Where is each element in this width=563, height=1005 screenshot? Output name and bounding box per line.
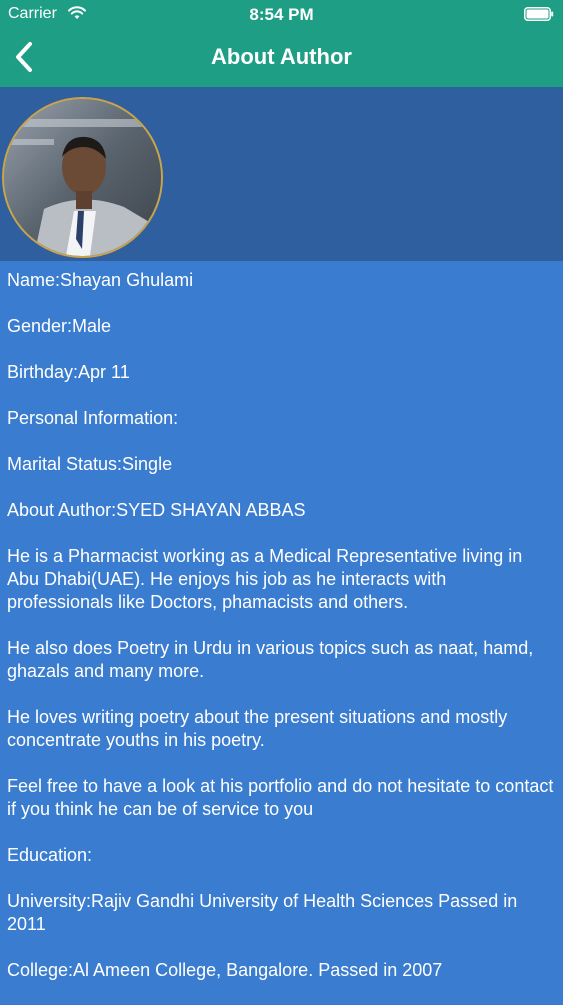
university-line: University:Rajiv Gandhi University of He… (7, 891, 518, 934)
navigation-bar: About Author (0, 30, 563, 87)
status-bar: Carrier 8:54 PM (0, 0, 563, 30)
gender-line: Gender:Male (7, 316, 112, 336)
profile-header (0, 87, 563, 261)
about-author-line: About Author:SYED SHAYAN ABBAS (7, 500, 306, 520)
author-photo (4, 99, 161, 256)
personal-information-heading: Personal Information: (7, 408, 179, 428)
name-line: Name:Shayan Ghulami (7, 270, 194, 290)
birthday-line: Birthday:Apr 11 (7, 362, 130, 382)
bio-paragraph-1: He is a Pharmacist working as a Medical … (7, 546, 523, 612)
author-avatar (2, 97, 163, 258)
page-title: About Author (211, 44, 352, 69)
college-line: College:Al Ameen College, Bangalore. Pas… (7, 960, 443, 980)
bio-paragraph-2: He also does Poetry in Urdu in various t… (7, 638, 534, 681)
status-time: 8:54 PM (249, 5, 314, 24)
education-heading: Education: (7, 845, 93, 865)
author-details: Name:Shayan Ghulami Gender:Male Birthday… (7, 269, 555, 1005)
battery-icon (524, 7, 554, 21)
top-bar: Carrier 8:54 PM About Author (0, 0, 563, 87)
marital-status-line: Marital Status:Single (7, 454, 173, 474)
bio-paragraph-3: He loves writing poetry about the presen… (7, 707, 508, 750)
bio-paragraph-4: Feel free to have a look at his portfoli… (7, 776, 554, 819)
